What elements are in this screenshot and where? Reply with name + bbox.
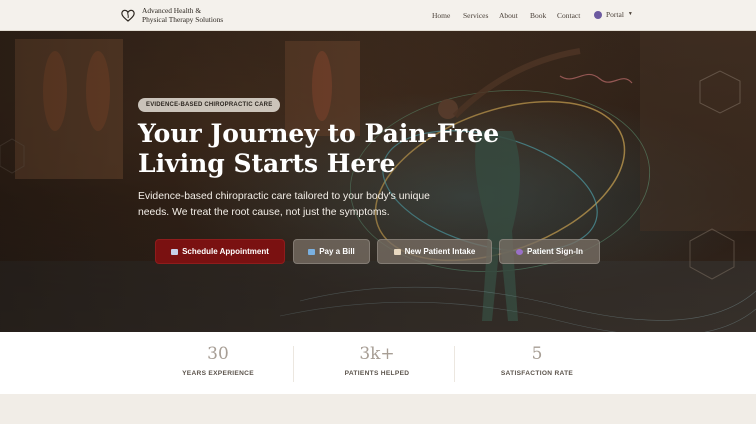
calendar-icon bbox=[171, 248, 179, 255]
chevron-down-icon: ▼ bbox=[627, 12, 633, 17]
next-section-preview bbox=[0, 394, 756, 424]
stat-patients-helped: 3k+ PATIENTS HELPED bbox=[302, 344, 452, 377]
key-icon bbox=[516, 248, 523, 255]
new-patient-intake-button[interactable]: New Patient Intake bbox=[377, 239, 492, 264]
schedule-appointment-label: Schedule Appointment bbox=[182, 247, 269, 256]
hero-title: Your Journey to Pain-Free Living Starts … bbox=[138, 119, 558, 179]
nav-home[interactable]: Home bbox=[432, 11, 450, 20]
nav-book[interactable]: Book bbox=[530, 11, 546, 20]
stat-label: SATISFACTION RATE bbox=[500, 370, 574, 377]
stats-bar: 30 YEARS EXPERIENCE 3k+ PATIENTS HELPED … bbox=[0, 332, 756, 394]
stat-divider bbox=[293, 346, 294, 382]
hero-subtitle: Evidence-based chiropractic care tailore… bbox=[138, 191, 430, 218]
nav-services[interactable]: Services bbox=[463, 11, 488, 20]
stat-label: YEARS EXPERIENCE bbox=[182, 370, 254, 377]
brand-name: Advanced Health & Physical Therapy Solut… bbox=[142, 6, 223, 24]
pay-bill-label: Pay a Bill bbox=[319, 247, 355, 256]
nav-contact[interactable]: Contact bbox=[557, 11, 580, 20]
brand-line-2: Physical Therapy Solutions bbox=[142, 15, 224, 24]
heart-spine-logo-icon bbox=[121, 9, 135, 22]
hero-badge: EVIDENCE-BASED CHIROPRACTIC CARE bbox=[138, 98, 281, 112]
portal-dropdown[interactable]: Portal ▼ bbox=[594, 10, 633, 19]
site-header: Advanced Health & Physical Therapy Solut… bbox=[0, 0, 756, 31]
hero-overlay bbox=[0, 31, 756, 332]
stat-years-experience: 30 YEARS EXPERIENCE bbox=[143, 344, 293, 377]
credit-card-icon bbox=[308, 248, 316, 255]
stat-label: PATIENTS HELPED bbox=[344, 370, 410, 377]
stat-value: 5 bbox=[531, 344, 543, 364]
stat-value: 3k+ bbox=[359, 344, 395, 364]
hero-section: EVIDENCE-BASED CHIROPRACTIC CARE Your Jo… bbox=[0, 31, 756, 332]
clipboard-icon bbox=[393, 248, 401, 255]
schedule-appointment-button[interactable]: Schedule Appointment bbox=[155, 239, 285, 264]
pay-bill-button[interactable]: Pay a Bill bbox=[293, 239, 370, 264]
stat-divider bbox=[454, 346, 455, 382]
patient-sign-in-button[interactable]: Patient Sign-In bbox=[499, 239, 600, 264]
brand-logo[interactable]: Advanced Health & Physical Therapy Solut… bbox=[120, 6, 223, 24]
user-icon bbox=[594, 10, 602, 19]
hero-title-line-1: Your Journey to Pain-Free bbox=[138, 119, 500, 148]
nav-about[interactable]: About bbox=[499, 11, 518, 20]
new-patient-intake-label: New Patient Intake bbox=[404, 247, 476, 256]
hero-title-line-2: Living Starts Here bbox=[138, 149, 396, 178]
portal-label: Portal bbox=[606, 10, 624, 19]
stat-satisfaction-rate: 5 SATISFACTION RATE bbox=[462, 344, 612, 377]
stat-value: 30 bbox=[207, 344, 229, 364]
patient-sign-in-label: Patient Sign-In bbox=[527, 247, 583, 256]
brand-line-1: Advanced Health & bbox=[142, 6, 202, 15]
